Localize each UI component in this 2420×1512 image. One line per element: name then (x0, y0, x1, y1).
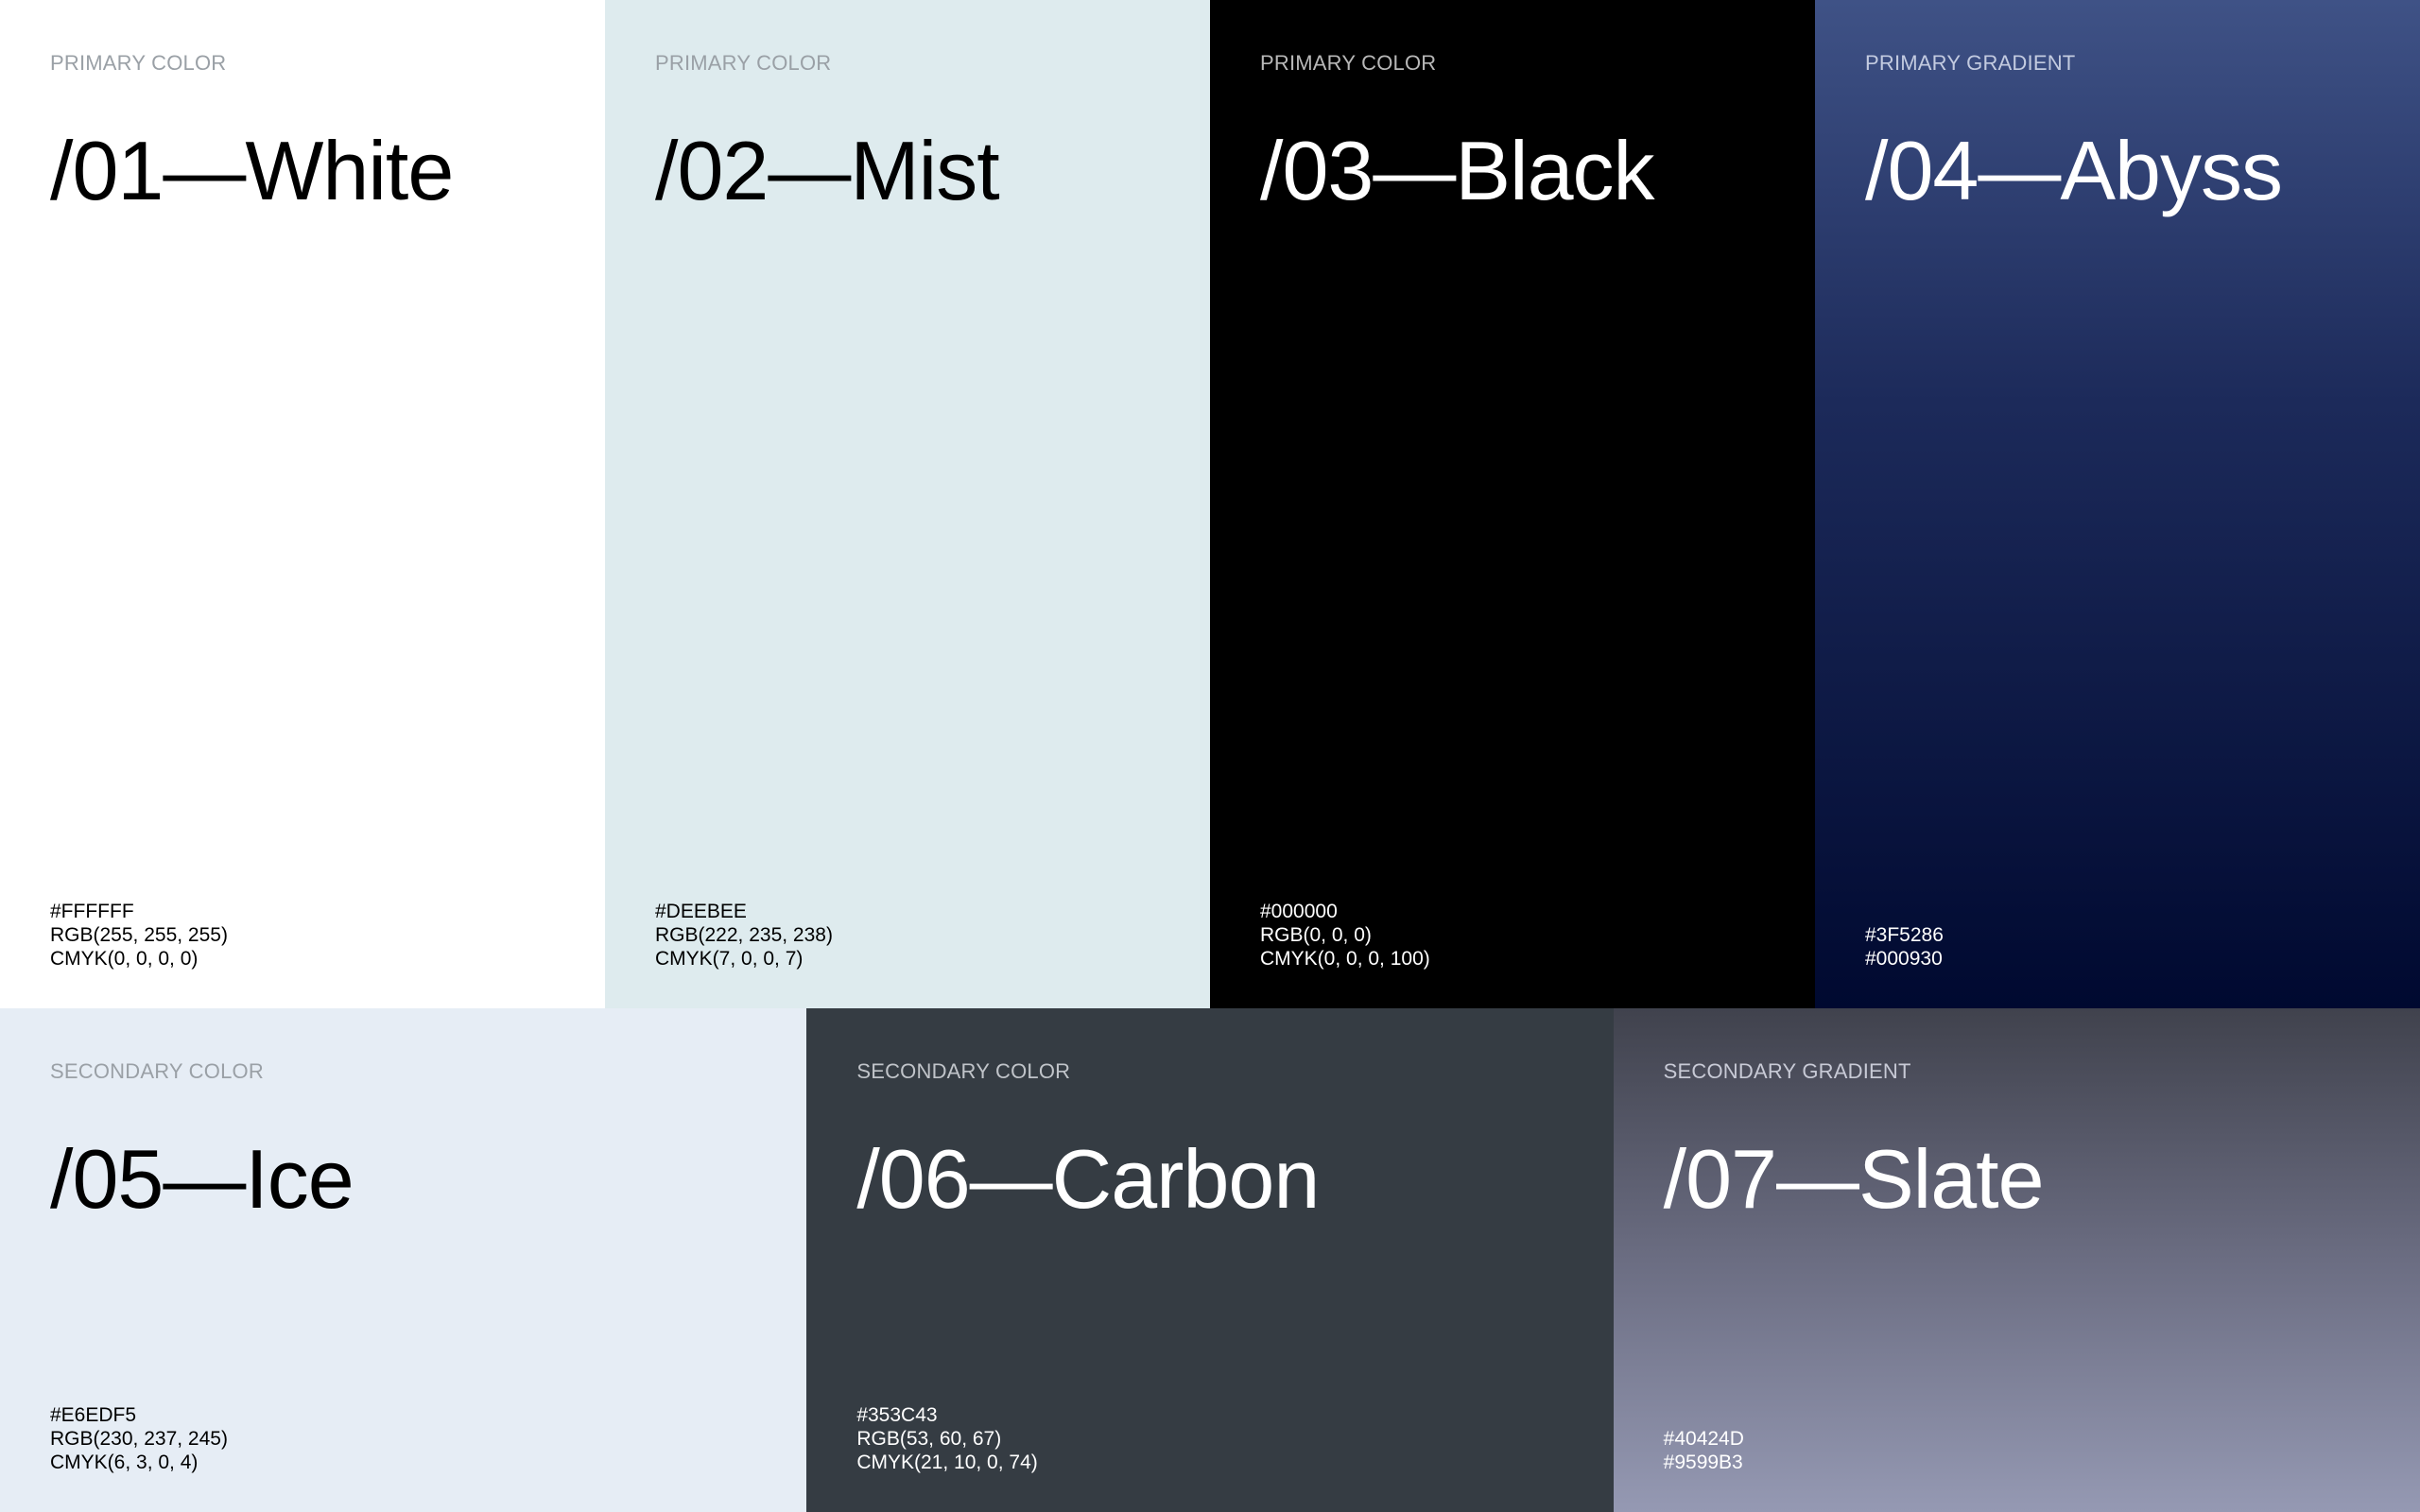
swatch-slate: SECONDARY GRADIENT /07—Slate #40424D #95… (1613, 1008, 2420, 1512)
cmyk-value: CMYK(6, 3, 0, 4) (50, 1452, 199, 1473)
rgb-value: RGB(230, 237, 245) (50, 1428, 228, 1450)
gradient-end-hex: #9599B3 (1663, 1452, 1743, 1473)
secondary-row: SECONDARY COLOR /05—Ice #E6EDF5 RGB(230,… (0, 1008, 2420, 1512)
cmyk-value: CMYK(0, 0, 0, 0) (50, 948, 199, 970)
swatch-kind-label: PRIMARY COLOR (1260, 51, 1437, 75)
swatch-white: PRIMARY COLOR /01—White #FFFFFF RGB(255,… (0, 0, 605, 1008)
swatch-name: /07—Slate (1663, 1132, 2045, 1226)
cmyk-value: CMYK(21, 10, 0, 74) (856, 1452, 1038, 1473)
swatch-values: #000000 RGB(0, 0, 0) CMYK(0, 0, 0, 100) (1260, 900, 1430, 971)
hex-value: #353C43 (856, 1404, 938, 1426)
swatch-kind-label: PRIMARY COLOR (50, 51, 227, 75)
hex-value: #DEEBEE (655, 901, 747, 922)
cmyk-value: CMYK(0, 0, 0, 100) (1260, 948, 1430, 970)
swatch-kind-label: PRIMARY GRADIENT (1865, 51, 2076, 75)
swatch-carbon: SECONDARY COLOR /06—Carbon #353C43 RGB(5… (806, 1008, 1614, 1512)
swatch-values: #40424D #9599B3 (1664, 1427, 1744, 1474)
swatch-mist: PRIMARY COLOR /02—Mist #DEEBEE RGB(222, … (605, 0, 1210, 1008)
swatch-name: /05—Ice (50, 1132, 354, 1226)
gradient-end-hex: #000930 (1865, 948, 1943, 970)
swatch-kind-label: PRIMARY COLOR (655, 51, 832, 75)
swatch-abyss: PRIMARY GRADIENT /04—Abyss #3F5286 #0009… (1815, 0, 2420, 1008)
rgb-value: RGB(255, 255, 255) (50, 924, 228, 946)
color-palette: PRIMARY COLOR /01—White #FFFFFF RGB(255,… (0, 0, 2420, 1512)
swatch-kind-label: SECONDARY COLOR (50, 1059, 264, 1083)
gradient-start-hex: #3F5286 (1865, 924, 1944, 946)
rgb-value: RGB(0, 0, 0) (1260, 924, 1372, 946)
gradient-start-hex: #40424D (1663, 1428, 1744, 1450)
swatch-values: #FFFFFF RGB(255, 255, 255) CMYK(0, 0, 0,… (50, 900, 228, 971)
swatch-name: /06—Carbon (856, 1132, 1320, 1226)
swatch-name: /01—White (50, 124, 454, 217)
cmyk-value: CMYK(7, 0, 0, 7) (655, 948, 804, 970)
hex-value: #FFFFFF (50, 901, 134, 922)
swatch-name: /04—Abyss (1865, 124, 2283, 217)
swatch-name: /02—Mist (655, 124, 1000, 217)
swatch-kind-label: SECONDARY COLOR (856, 1059, 1071, 1083)
swatch-name: /03—Black (1260, 124, 1655, 217)
hex-value: #000000 (1260, 901, 1338, 922)
swatch-values: #E6EDF5 RGB(230, 237, 245) CMYK(6, 3, 0,… (50, 1403, 228, 1474)
swatch-values: #DEEBEE RGB(222, 235, 238) CMYK(7, 0, 0,… (655, 900, 833, 971)
primary-row: PRIMARY COLOR /01—White #FFFFFF RGB(255,… (0, 0, 2420, 1008)
swatch-black: PRIMARY COLOR /03—Black #000000 RGB(0, 0… (1210, 0, 1815, 1008)
rgb-value: RGB(53, 60, 67) (856, 1428, 1002, 1450)
swatch-values: #353C43 RGB(53, 60, 67) CMYK(21, 10, 0, … (856, 1403, 1037, 1474)
swatch-kind-label: SECONDARY GRADIENT (1663, 1059, 1911, 1083)
swatch-values: #3F5286 #000930 (1865, 923, 1944, 971)
rgb-value: RGB(222, 235, 238) (655, 924, 833, 946)
hex-value: #E6EDF5 (50, 1404, 137, 1426)
swatch-ice: SECONDARY COLOR /05—Ice #E6EDF5 RGB(230,… (0, 1008, 807, 1512)
